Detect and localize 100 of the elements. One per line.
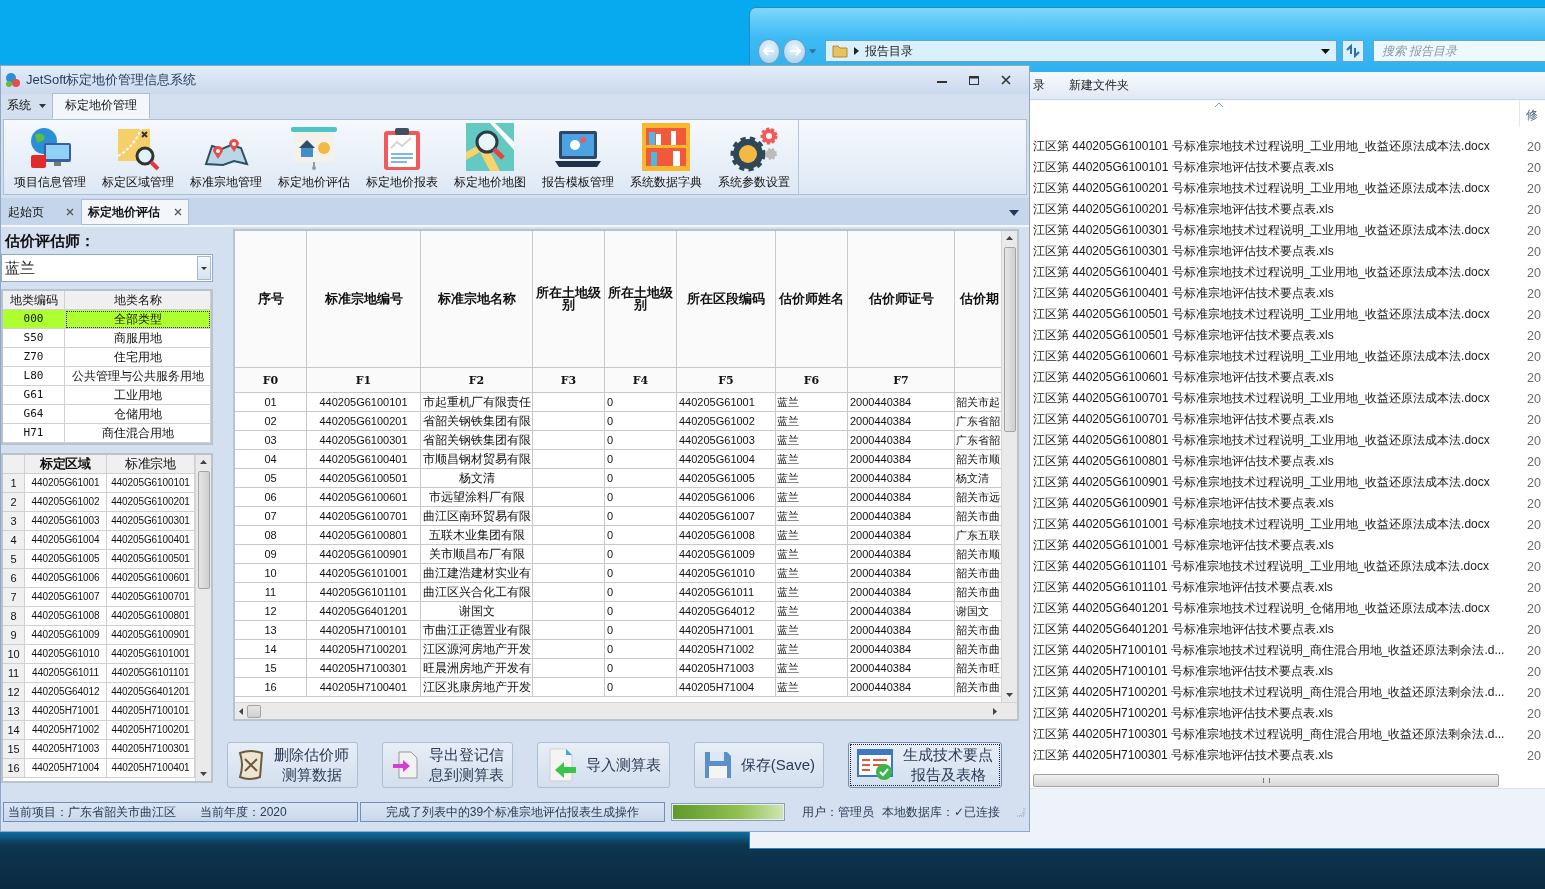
file-name[interactable]: 江区第 440205G6100801 号标准宗地评估技术要点表.xls — [1033, 453, 1519, 470]
action-button[interactable]: 导出登记信 息到测算表 — [381, 742, 513, 788]
horizontal-scrollbar[interactable] — [1033, 774, 1499, 787]
file-name[interactable]: 江区第 440205G6100701 号标准宗地技术过程说明_工业用地_收益还原法成本法.docx — [1033, 390, 1519, 407]
ribbon-button[interactable]: 标定地价地图 — [446, 120, 534, 194]
file-name[interactable]: 江区第 440205H7100101 号标准宗地评估技术要点表.xls — [1033, 663, 1519, 680]
land-type-row[interactable]: H71 商住混合用地 — [3, 424, 211, 443]
file-name[interactable]: 江区第 440205G6100501 号标准宗地技术过程说明_工业用地_收益还原法成本法.docx — [1033, 306, 1519, 323]
column-header[interactable]: 标定区域 — [25, 455, 107, 474]
file-name[interactable]: 江区第 440205H7100301 号标准宗地评估技术要点表.xls — [1033, 747, 1519, 764]
maximize-icon[interactable] — [969, 75, 979, 85]
table-cell: 2000440384 — [848, 412, 955, 431]
search-field[interactable]: 搜索 报告目录 — [1373, 40, 1545, 62]
scroll-down-icon[interactable] — [200, 772, 207, 776]
ribbon-button[interactable]: 标准宗地管理 — [182, 120, 270, 194]
scroll-up-icon[interactable] — [1006, 236, 1014, 240]
horizontal-scrollbar[interactable] — [235, 702, 1017, 719]
file-name[interactable]: 江区第 440205G6100301 号标准宗地技术过程说明_工业用地_收益还原法成本法.docx — [1033, 222, 1519, 239]
file-name[interactable]: 江区第 440205G6401201 号标准宗地评估技术要点表.xls — [1033, 621, 1519, 638]
file-name[interactable]: 江区第 440205G6100301 号标准宗地评估技术要点表.xls — [1033, 243, 1519, 260]
column-header[interactable]: 估价期 — [955, 231, 1002, 368]
column-header[interactable]: 估价师证号 — [848, 231, 955, 368]
land-type-row[interactable]: S50 商服用地 — [3, 329, 211, 348]
file-name[interactable]: 江区第 440205H7100201 号标准宗地评估技术要点表.xls — [1033, 705, 1519, 722]
action-button[interactable]: 保存(Save) — [693, 742, 825, 788]
file-name[interactable]: 江区第 440205G6100501 号标准宗地评估技术要点表.xls — [1033, 327, 1519, 344]
file-name[interactable]: 江区第 440205H7100301 号标准宗地技术过程说明_商住混合用地_收益还原法剩余法.d... — [1033, 726, 1519, 743]
land-type-row[interactable]: Z70 住宅用地 — [3, 348, 211, 367]
column-header[interactable]: 所在土地级别 — [605, 231, 677, 368]
column-header[interactable]: 序号 — [235, 231, 307, 368]
file-name[interactable]: 江区第 440205H7100101 号标准宗地技术过程说明_商住混合用地_收益还原法剩余法.d... — [1033, 642, 1519, 659]
ribbon-button[interactable]: 标定地价报表 — [358, 120, 446, 194]
refresh-button[interactable] — [1342, 40, 1364, 62]
resize-grip-icon[interactable] — [1015, 807, 1025, 817]
table-cell: 14 — [235, 640, 307, 659]
close-icon[interactable] — [66, 208, 74, 216]
scroll-thumb[interactable] — [247, 704, 261, 718]
vertical-scrollbar[interactable] — [195, 455, 211, 781]
column-header[interactable]: 标准宗地编号 — [307, 231, 421, 368]
ribbon-button[interactable]: 报告模板管理 — [534, 120, 622, 194]
file-name[interactable]: 江区第 440205G6100901 号标准宗地技术过程说明_工业用地_收益还原法成本法.docx — [1033, 474, 1519, 491]
land-type-row[interactable]: 000 全部类型 — [3, 310, 211, 329]
toolbar-command[interactable]: 新建文件夹 — [1069, 77, 1129, 94]
vertical-scrollbar[interactable] — [1001, 231, 1017, 702]
land-type-row[interactable]: L80 公共管理与公共服务用地 — [3, 367, 211, 386]
file-name[interactable]: 江区第 440205G6100701 号标准宗地评估技术要点表.xls — [1033, 411, 1519, 428]
ribbon-button[interactable]: 系统参数设置 — [710, 120, 798, 194]
ribbon-button[interactable]: 项目信息管理 — [6, 120, 94, 194]
row-number: 6 — [3, 569, 25, 588]
action-button[interactable]: 导入测算表 — [536, 742, 670, 788]
column-header[interactable]: 估价师姓名 — [776, 231, 848, 368]
close-icon[interactable] — [1001, 75, 1011, 85]
file-name[interactable]: 江区第 440205G6100601 号标准宗地技术过程说明_工业用地_收益还原法成本法.docx — [1033, 348, 1519, 365]
file-date: 20 — [1526, 601, 1541, 616]
document-tab[interactable]: 标定地价评估 — [81, 199, 189, 225]
ribbon-button[interactable]: 系统数据字典 — [622, 120, 710, 194]
file-name[interactable]: 江区第 440205G6100101 号标准宗地技术过程说明_工业用地_收益还原法成本法.docx — [1033, 138, 1519, 155]
column-header[interactable]: 标准宗地名称 — [421, 231, 533, 368]
column-header[interactable]: 标准宗地 — [107, 455, 195, 474]
scroll-down-icon[interactable] — [1006, 693, 1014, 697]
appraiser-combobox[interactable]: 蓝兰 — [1, 254, 213, 282]
file-name[interactable]: 江区第 440205H7100201 号标准宗地技术过程说明_商住混合用地_收益还原法剩余法.d... — [1033, 684, 1519, 701]
land-type-row[interactable]: G64 仓储用地 — [3, 405, 211, 424]
address-bar[interactable]: 报告目录 — [825, 40, 1338, 62]
forward-button[interactable] — [783, 38, 806, 64]
land-type-row[interactable]: G61 工业用地 — [3, 386, 211, 405]
back-button[interactable] — [758, 38, 781, 64]
action-button[interactable]: 生成技术要点 报告及表格 — [848, 742, 1002, 788]
file-name[interactable]: 江区第 440205G6100901 号标准宗地评估技术要点表.xls — [1033, 495, 1519, 512]
scroll-up-icon[interactable] — [200, 460, 207, 464]
file-name[interactable]: 江区第 440205G6401201 号标准宗地技术过程说明_仓储用地_收益还原法成本法.docx — [1033, 600, 1519, 617]
file-name[interactable]: 江区第 440205G6100401 号标准宗地评估技术要点表.xls — [1033, 285, 1519, 302]
file-name[interactable]: 江区第 440205G6100201 号标准宗地评估技术要点表.xls — [1033, 201, 1519, 218]
dropdown-icon[interactable] — [1009, 210, 1019, 216]
close-icon[interactable] — [174, 208, 182, 216]
table-cell: 440205H71003 — [677, 659, 776, 678]
toolbar-command[interactable]: 录 — [1033, 77, 1045, 94]
file-name[interactable]: 江区第 440205G6101101 号标准宗地评估技术要点表.xls — [1033, 579, 1519, 596]
table-cell: 440205G6100701 — [307, 507, 421, 526]
file-name[interactable]: 江区第 440205G6101101 号标准宗地技术过程说明_工业用地_收益还原法成本法.docx — [1033, 558, 1519, 575]
dropdown-icon[interactable] — [1321, 48, 1331, 54]
document-tab[interactable]: 起始页 — [1, 199, 81, 225]
file-name[interactable]: 江区第 440205G6100801 号标准宗地技术过程说明_工业用地_收益还原法成本法.docx — [1033, 432, 1519, 449]
refresh-icon — [1345, 44, 1362, 58]
ribbon-button[interactable]: 标定区域管理 — [94, 120, 182, 194]
file-name[interactable]: 江区第 440205G6100601 号标准宗地评估技术要点表.xls — [1033, 369, 1519, 386]
column-header[interactable]: 所在区段编码 — [677, 231, 776, 368]
file-name[interactable]: 江区第 440205G6100201 号标准宗地技术过程说明_工业用地_收益还原法成本法.docx — [1033, 180, 1519, 197]
ribbon-button[interactable]: 标定地价评估 — [270, 120, 358, 194]
menu-tab[interactable]: 系统 — [1, 93, 52, 119]
action-button[interactable]: 删除估价师 测算数据 — [227, 742, 358, 788]
file-name[interactable]: 江区第 440205G6100101 号标准宗地评估技术要点表.xls — [1033, 159, 1519, 176]
scroll-left-icon[interactable] — [239, 707, 243, 715]
menu-tab[interactable]: 标定地价管理 — [52, 93, 150, 119]
column-header[interactable]: 所在土地级别 — [533, 231, 605, 368]
file-name[interactable]: 江区第 440205G6101001 号标准宗地技术过程说明_工业用地_收益还原法成本法.docx — [1033, 516, 1519, 533]
row-number: 8 — [3, 607, 25, 626]
file-name[interactable]: 江区第 440205G6100401 号标准宗地技术过程说明_工业用地_收益还原法成本法.docx — [1033, 264, 1519, 281]
file-name[interactable]: 江区第 440205G6101001 号标准宗地评估技术要点表.xls — [1033, 537, 1519, 554]
scroll-right-icon[interactable] — [993, 707, 997, 715]
